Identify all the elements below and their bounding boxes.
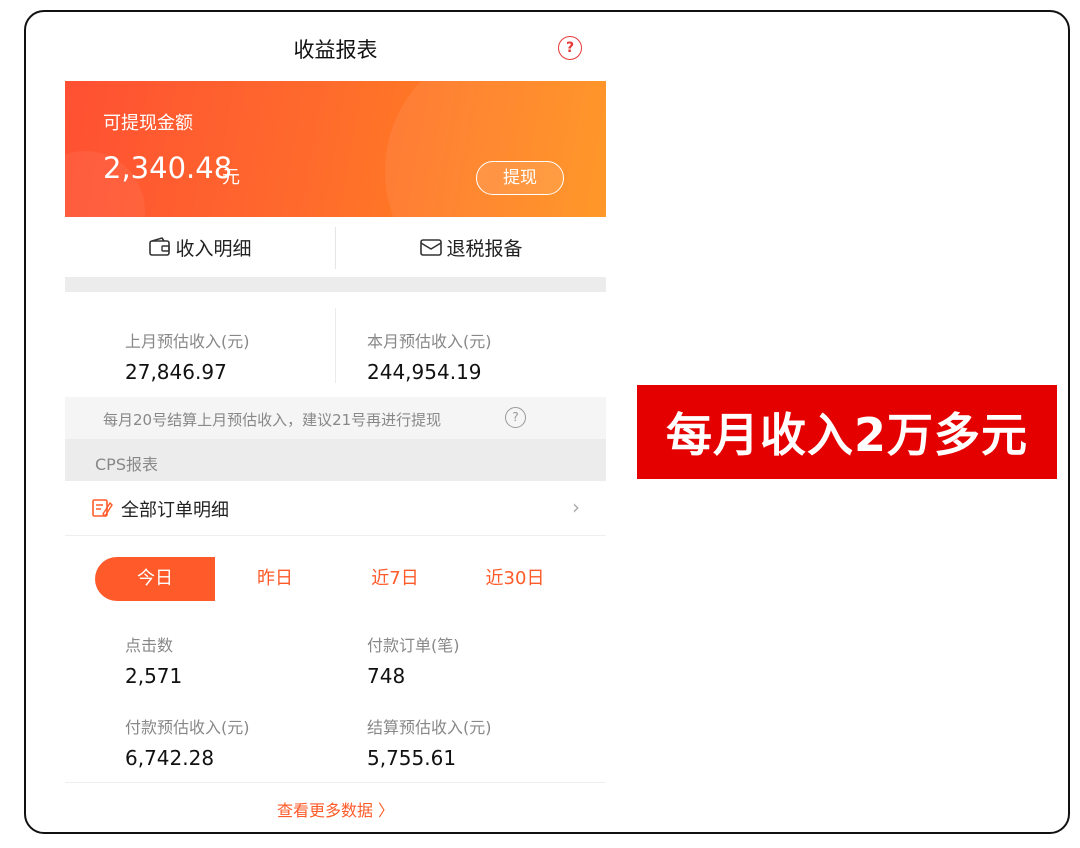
stat-value: 2,571 (125, 664, 183, 688)
clicks-stat: 点击数 2,571 (125, 632, 182, 688)
stat-label: 结算预估收入(元) (367, 718, 492, 737)
cps-section-header: CPS报表 (65, 439, 606, 481)
tab-last-30-days[interactable]: 近30日 (455, 557, 575, 601)
cps-stats-grid: 点击数 2,571 付款订单(笔) 748 付款预估收入(元) 6,742.28… (65, 622, 606, 782)
all-orders-label: 全部订单明细 (121, 500, 229, 521)
title-bar: 收益报表 ? (65, 12, 606, 81)
tab-last-7-days[interactable]: 近7日 (335, 557, 455, 601)
withdraw-button[interactable]: 提现 (476, 161, 564, 195)
stat-label: 点击数 (125, 636, 174, 655)
edit-note-icon (92, 499, 113, 518)
stat-label: 付款订单(笔) (367, 636, 460, 655)
income-details-button[interactable]: 收入明细 (65, 217, 335, 277)
page-title: 收益报表 (293, 38, 378, 62)
view-more-label: 查看更多数据 〉 (276, 801, 395, 820)
monthly-estimates: 上月预估收入(元) 27,846.97 本月预估收入(元) 244,954.19 (65, 292, 606, 402)
paid-estimated-income-stat: 付款预估收入(元) 6,742.28 (125, 714, 250, 770)
balance-unit: 元 (222, 167, 240, 188)
stat-label: 上月预估收入(元) (125, 332, 250, 351)
settlement-notice: 每月20号结算上月预估收入，建议21号再进行提现 ? (65, 397, 606, 439)
stat-label: 本月预估收入(元) (367, 332, 492, 351)
last-month-stat: 上月预估收入(元) 27,846.97 (125, 328, 250, 384)
question-circle-icon[interactable]: ? (505, 407, 526, 428)
settled-estimated-income-stat: 结算预估收入(元) 5,755.61 (367, 714, 492, 770)
tax-refund-report-button[interactable]: 退税报备 (336, 217, 606, 277)
earnings-report-screen: 收益报表 ? 可提现金额 2,340.48 元 提现 收入明细 退税报备 上月预… (65, 12, 606, 832)
withdrawable-balance-card: 可提现金额 2,340.48 元 提现 (65, 81, 606, 217)
paid-orders-stat: 付款订单(笔) 748 (367, 632, 460, 688)
stat-label: 付款预估收入(元) (125, 718, 250, 737)
view-more-data-link[interactable]: 查看更多数据 〉 (65, 782, 606, 832)
this-month-stat: 本月预估收入(元) 244,954.19 (367, 328, 492, 384)
headline-banner: 每月收入2万多元 (637, 385, 1057, 479)
stat-value: 5,755.61 (367, 746, 457, 770)
tab-today[interactable]: 今日 (95, 557, 215, 601)
tax-refund-label: 退税报备 (446, 237, 523, 260)
notice-text: 每月20号结算上月预估收入，建议21号再进行提现 (103, 411, 442, 429)
tab-yesterday[interactable]: 昨日 (215, 557, 335, 601)
stat-value: 244,954.19 (367, 360, 482, 384)
section-separator (65, 277, 606, 292)
all-orders-link[interactable]: 全部订单明细 › (65, 481, 606, 536)
chevron-right-icon: › (572, 495, 580, 519)
stat-value: 748 (367, 664, 406, 688)
card-decoration (385, 81, 606, 217)
wallet-icon (149, 237, 171, 256)
balance-label: 可提现金额 (103, 113, 193, 134)
income-details-label: 收入明细 (175, 237, 252, 260)
quick-links: 收入明细 退税报备 (65, 217, 606, 277)
envelope-icon (420, 239, 443, 256)
question-circle-icon[interactable]: ? (558, 36, 582, 60)
balance-amount: 2,340.48 (103, 151, 233, 185)
banner-text: 每月收入2万多元 (665, 408, 1028, 462)
stat-value: 6,742.28 (125, 746, 215, 770)
period-tabs: 今日 昨日 近7日 近30日 (95, 557, 575, 601)
section-title: CPS报表 (95, 455, 158, 474)
stat-value: 27,846.97 (125, 360, 227, 384)
divider (335, 308, 336, 383)
